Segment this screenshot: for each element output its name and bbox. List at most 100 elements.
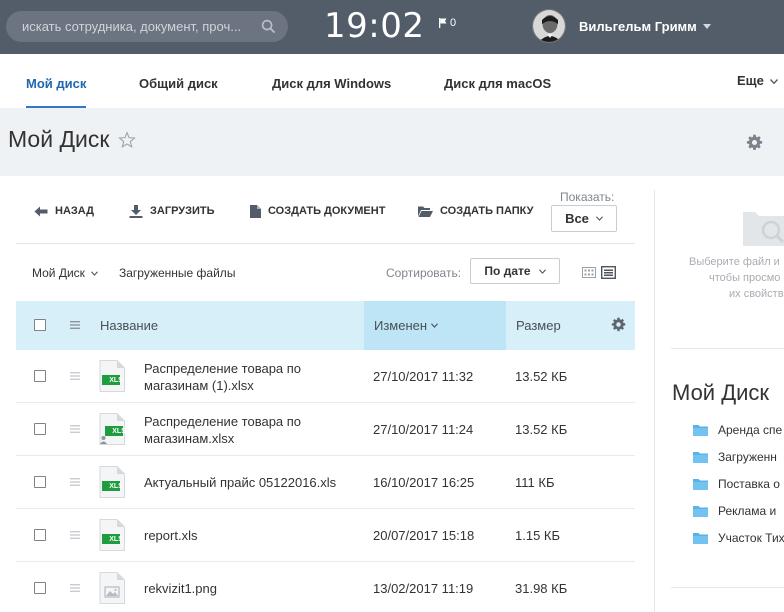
file-size: 13.52 КБ	[515, 369, 568, 384]
file-type-badge: XLS	[109, 536, 123, 543]
file-name[interactable]: report.xls	[144, 509, 344, 562]
file-type-badge: XLS	[112, 428, 126, 435]
disk-tabs: Мой диск Общий диск Диск для Windows Дис…	[0, 54, 784, 108]
flag-icon	[439, 18, 447, 28]
breadcrumb-root[interactable]: Мой Диск	[32, 266, 98, 280]
drag-handle-icon[interactable]	[70, 478, 80, 486]
table-row[interactable]: XLS Распределение товара по магазинам.xls…	[16, 403, 635, 456]
row-checkbox[interactable]	[34, 529, 46, 541]
side-folder-label: Аренда спе	[718, 423, 783, 437]
table-row[interactable]: XLS Распределение товара по магазинам (1)…	[16, 350, 635, 403]
gear-icon[interactable]	[611, 317, 626, 332]
file-name-line1: Актуальный прайс 05122016.xls	[144, 475, 337, 490]
side-folder-item[interactable]: Аренда спе	[693, 422, 782, 438]
file-name-line1: report.xls	[144, 528, 198, 543]
file-name[interactable]: Распределение товара по магазинам.xlsx	[144, 403, 344, 456]
back-button[interactable]: НАЗАД	[34, 203, 94, 219]
folder-icon	[693, 479, 708, 490]
file-modified: 27/10/2017 11:32	[373, 369, 474, 384]
side-folder-label: Участок Тих	[718, 531, 784, 545]
top-bar: 19:02 0 Вильгельм Гримм	[0, 0, 784, 54]
file-size: 111 КБ	[515, 475, 555, 490]
show-filter-value: Все	[565, 211, 589, 226]
file-modified: 13/02/2017 11:19	[373, 581, 474, 596]
search-box[interactable]	[6, 11, 288, 42]
file-size: 1.15 КБ	[515, 528, 561, 543]
gear-icon[interactable]	[746, 134, 763, 151]
create-document-button[interactable]: СОЗДАТЬ ДОКУМЕНТ	[250, 203, 385, 219]
sort-label: Сортировать:	[386, 266, 462, 280]
row-checkbox[interactable]	[34, 370, 46, 382]
tab-more[interactable]: Еще	[737, 54, 778, 108]
search-input[interactable]	[22, 11, 252, 42]
details-hint: Выберите файл и чтобы просмо их свойств	[689, 254, 784, 302]
file-toolbar: НАЗАД ЗАГРУЗИТЬ СОЗДАТЬ ДОКУМЕНТ СОЗДАТЬ…	[16, 176, 635, 244]
create-folder-button[interactable]: СОЗДАТЬ ПАПКУ	[418, 203, 533, 219]
file-name[interactable]: Распределение товара по магазинам (1).xls…	[144, 350, 344, 403]
sort-select[interactable]: По дате	[470, 258, 560, 284]
drag-handle-icon[interactable]	[70, 372, 80, 380]
table-row[interactable]: XLS Актуальный прайс 05122016.xls 16/10/…	[16, 456, 635, 509]
upload-icon	[129, 204, 143, 218]
row-checkbox[interactable]	[34, 423, 46, 435]
flag-counter[interactable]: 0	[439, 17, 456, 29]
sort-value: По дате	[484, 264, 531, 278]
tab-macos-disk[interactable]: Диск для macOS	[444, 54, 551, 108]
star-icon[interactable]	[118, 131, 136, 149]
details-hint-line: Выберите файл и	[689, 256, 780, 268]
column-modified-label: Изменен	[374, 318, 428, 333]
select-all-checkbox[interactable]	[34, 319, 46, 331]
column-menu-icon[interactable]	[70, 321, 80, 329]
file-modified: 16/10/2017 16:25	[373, 475, 475, 490]
create-document-button-label: СОЗДАТЬ ДОКУМЕНТ	[268, 205, 386, 217]
table-row[interactable]: XLS report.xls 20/07/2017 15:18 1.15 КБ	[16, 509, 635, 562]
side-folder-item[interactable]: Поставка о	[693, 476, 780, 492]
column-modified[interactable]: Изменен	[374, 301, 439, 350]
search-icon[interactable]	[261, 19, 276, 34]
side-folder-label: Реклама и	[718, 504, 777, 518]
details-hint-line: чтобы просмо	[709, 272, 781, 284]
upload-button-label: ЗАГРУЗИТЬ	[150, 205, 215, 217]
chevron-down-icon	[538, 268, 546, 274]
side-folder-item[interactable]: Участок Тих	[693, 530, 784, 546]
file-name-line1: Распределение товара по	[144, 413, 302, 429]
file-name[interactable]: rekvizit1.png	[144, 562, 344, 612]
column-size[interactable]: Размер	[516, 301, 561, 350]
back-button-label: НАЗАД	[55, 205, 94, 217]
user-menu[interactable]: Вильгельм Гримм	[532, 8, 711, 44]
details-separator	[671, 587, 784, 588]
list-view-icon[interactable]	[601, 266, 616, 279]
breadcrumb-current[interactable]: Загруженные файлы	[119, 266, 235, 280]
breadcrumb-root-label: Мой Диск	[32, 266, 85, 280]
file-name-line2: магазинам (1).xlsx	[144, 377, 254, 393]
drag-handle-icon[interactable]	[70, 425, 80, 433]
image-file-icon	[99, 572, 125, 604]
chevron-down-icon[interactable]	[702, 23, 711, 29]
tab-common-disk[interactable]: Общий диск	[139, 54, 218, 108]
file-name-line1: rekvizit1.png	[144, 581, 217, 596]
tab-more-label: Еще	[737, 73, 764, 88]
sort-desc-icon	[431, 323, 439, 328]
clock[interactable]: 19:02	[324, 6, 424, 46]
grid-view-icon[interactable]	[582, 267, 596, 278]
row-checkbox[interactable]	[34, 582, 46, 594]
avatar[interactable]	[532, 9, 566, 43]
chevron-down-icon	[595, 216, 603, 221]
tab-windows-disk[interactable]: Диск для Windows	[272, 54, 391, 108]
file-name[interactable]: Актуальный прайс 05122016.xls	[144, 456, 344, 509]
folder-icon	[693, 506, 708, 517]
column-name[interactable]: Название	[100, 301, 158, 350]
show-filter-select[interactable]: Все	[551, 205, 617, 232]
tab-my-disk[interactable]: Мой диск	[26, 54, 87, 108]
side-folder-item[interactable]: Реклама и	[693, 503, 776, 519]
side-folder-label: Поставка о	[718, 477, 780, 491]
show-filter-label: Показать:	[560, 190, 615, 204]
table-row[interactable]: rekvizit1.png 13/02/2017 11:19 31.98 КБ	[16, 562, 635, 612]
upload-button[interactable]: ЗАГРУЗИТЬ	[129, 203, 215, 219]
user-name[interactable]: Вильгельм Гримм	[579, 19, 697, 34]
file-name-line2: магазинам.xlsx	[144, 430, 235, 446]
row-checkbox[interactable]	[34, 476, 46, 488]
drag-handle-icon[interactable]	[70, 531, 80, 539]
drag-handle-icon[interactable]	[70, 584, 80, 592]
side-folder-item[interactable]: Загруженн	[693, 449, 777, 465]
